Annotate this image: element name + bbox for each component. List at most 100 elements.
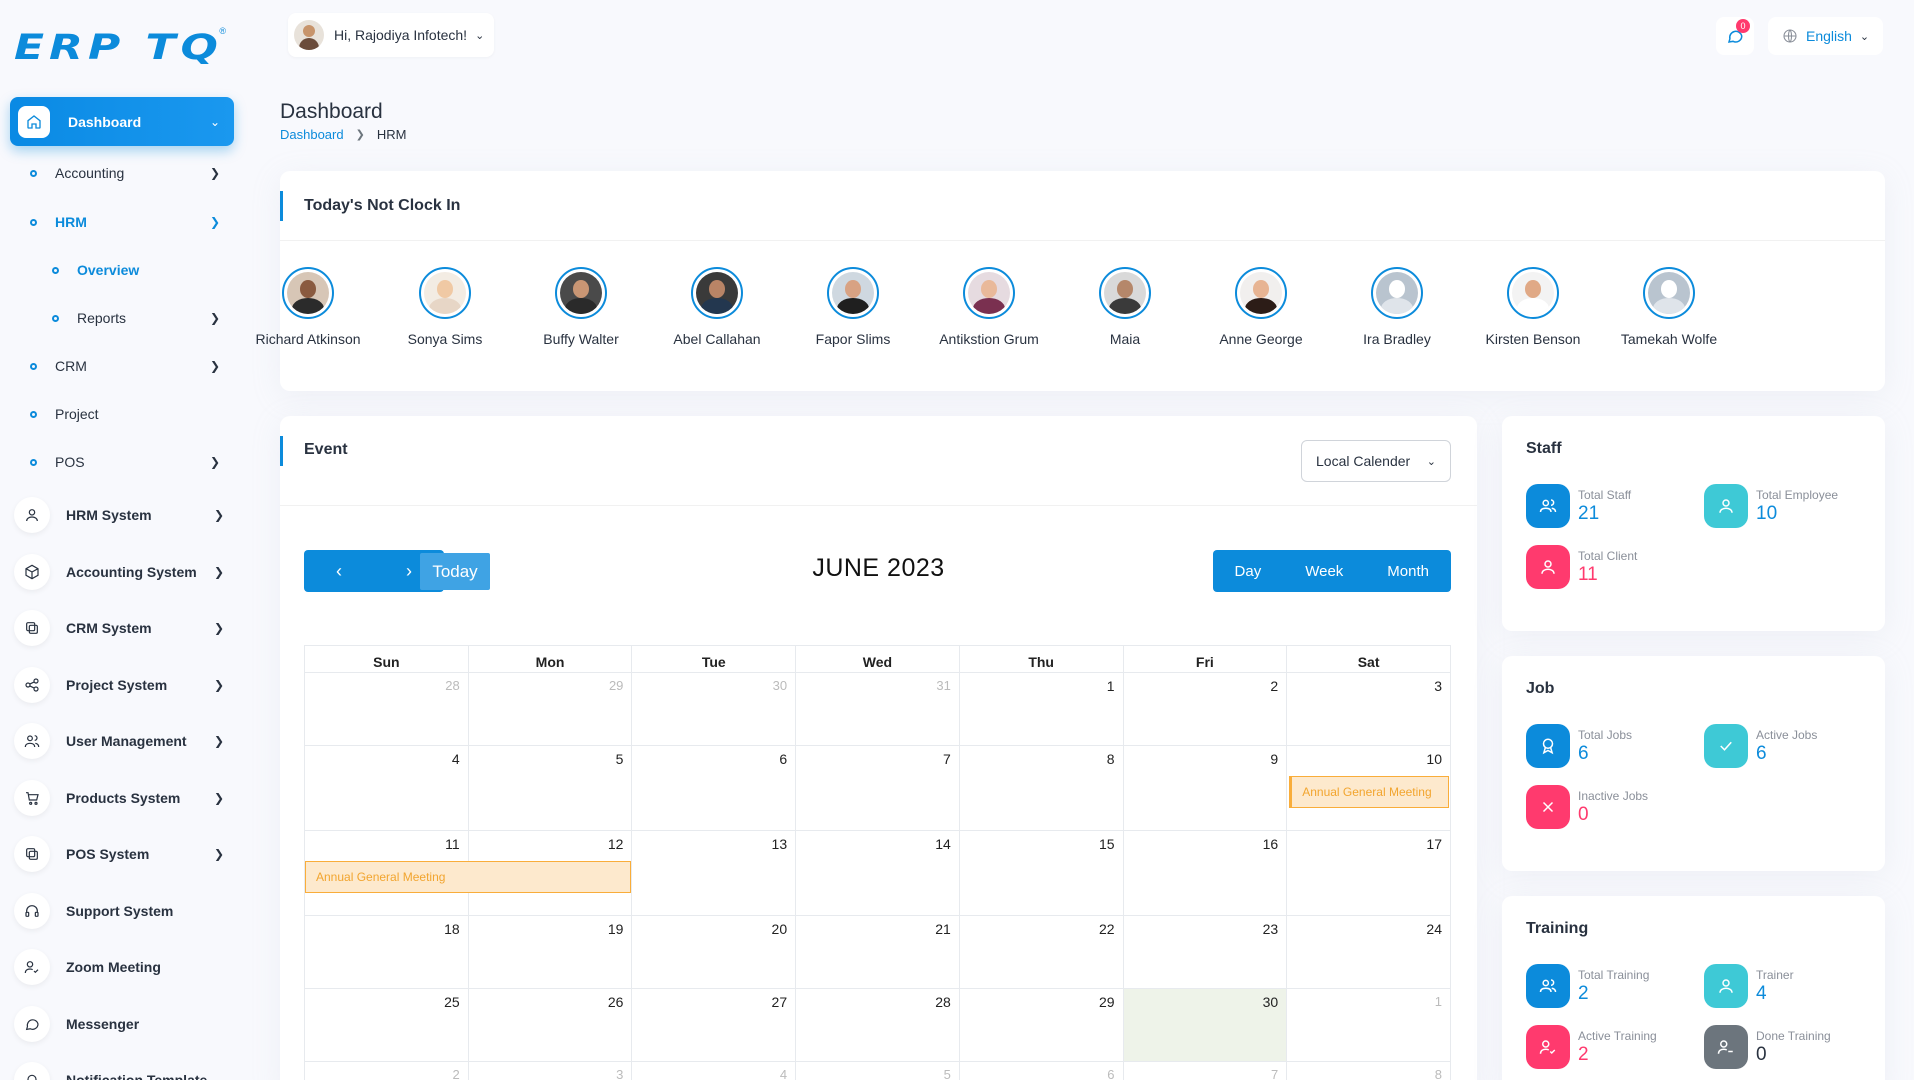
- calendar-day-cell[interactable]: 14: [795, 830, 960, 916]
- employee-item[interactable]: Tamekah Wolfe: [1601, 267, 1737, 349]
- employee-item[interactable]: Kirsten Benson: [1465, 267, 1601, 349]
- calendar-day-cell[interactable]: 31: [795, 672, 960, 746]
- sidebar-item-label: CRM System: [66, 620, 152, 636]
- calendar-day-cell[interactable]: 20: [631, 915, 797, 989]
- employee-item[interactable]: Richard Atkinson: [240, 267, 376, 349]
- calendar-select[interactable]: Local Calender ⌄: [1301, 440, 1451, 482]
- sidebar-item-overview[interactable]: Overview: [52, 262, 220, 278]
- bullet-icon: [30, 458, 37, 466]
- avatar: [294, 20, 324, 50]
- sidebar-item-messenger[interactable]: Messenger: [14, 1005, 224, 1042]
- calendar-day-cell[interactable]: 28: [304, 672, 469, 746]
- calendar-day-cell[interactable]: 5: [467, 745, 633, 831]
- sidebar: ERP TQ ® Dashboard ⌄ Accounting ❯ HRM ❯ …: [0, 0, 250, 1080]
- calendar-day-cell[interactable]: 30: [631, 672, 797, 746]
- sidebar-item-hrm[interactable]: HRM ❯: [30, 214, 220, 230]
- sidebar-item-accounting-system[interactable]: Accounting System ❯: [14, 553, 224, 590]
- employee-item[interactable]: Sonya Sims: [377, 267, 513, 349]
- employee-item[interactable]: Abel Callahan: [649, 267, 785, 349]
- calendar-event[interactable]: Annual General Meeting: [305, 861, 631, 893]
- sidebar-item-products-system[interactable]: Products System ❯: [14, 779, 224, 816]
- calendar-day-cell[interactable]: 3: [1286, 672, 1451, 746]
- calendar-day-cell[interactable]: 4: [304, 745, 469, 831]
- chevron-down-icon: ❯: [209, 215, 220, 229]
- sidebar-item-hrm-system[interactable]: HRM System ❯: [14, 497, 224, 533]
- calendar-day-cell[interactable]: 9: [1122, 745, 1288, 831]
- calendar-day-cell[interactable]: 15: [958, 830, 1124, 916]
- calendar-day-cell[interactable]: 30: [1122, 988, 1288, 1062]
- calendar-day-cell[interactable]: 1: [958, 672, 1124, 746]
- calendar-day-cell[interactable]: 23: [1122, 915, 1288, 989]
- breadcrumb-link-dashboard[interactable]: Dashboard: [280, 127, 344, 142]
- calendar-day-cell[interactable]: 8: [958, 745, 1124, 831]
- sidebar-item-support-system[interactable]: Support System: [14, 892, 224, 929]
- calendar-day-cell[interactable]: 27: [631, 988, 797, 1062]
- calendar-day-number: 1: [1434, 994, 1442, 1009]
- sidebar-item-accounting[interactable]: Accounting ❯: [30, 165, 220, 181]
- calendar-prev-button[interactable]: ‹: [304, 550, 374, 592]
- calendar-day-cell[interactable]: 5: [795, 1061, 960, 1080]
- employee-item[interactable]: Maia: [1057, 267, 1193, 349]
- logo[interactable]: ERP TQ ®: [14, 20, 234, 76]
- calendar-day-cell[interactable]: 29: [467, 672, 633, 746]
- calendar-day-cell[interactable]: 22: [958, 915, 1124, 989]
- employee-item[interactable]: Fapor Slims: [785, 267, 921, 349]
- calendar-day-cell[interactable]: 19: [467, 915, 633, 989]
- calendar-day-cell[interactable]: 4: [631, 1061, 797, 1080]
- employee-item[interactable]: Anne George: [1193, 267, 1329, 349]
- calendar-day-cell[interactable]: 7: [1122, 1061, 1288, 1080]
- sidebar-item-user-management[interactable]: User Management ❯: [14, 723, 224, 759]
- sidebar-item-pos-system[interactable]: POS System ❯: [14, 836, 224, 872]
- sidebar-item-reports[interactable]: Reports ❯: [52, 310, 220, 326]
- calendar-day-cell[interactable]: 10 Annual General Meeting: [1286, 745, 1451, 831]
- chevron-right-icon: ❯: [209, 166, 220, 180]
- calendar-event[interactable]: Annual General Meeting: [1289, 776, 1450, 808]
- user-menu[interactable]: Hi, Rajodiya Infotech! ⌄: [288, 13, 495, 57]
- sidebar-item-pos[interactable]: POS ❯: [30, 454, 220, 470]
- calendar-day-cell[interactable]: 18: [304, 915, 469, 989]
- employee-item[interactable]: Buffy Walter: [513, 267, 649, 349]
- chevron-right-icon: ❯: [209, 359, 220, 373]
- view-week-button[interactable]: Week: [1283, 550, 1366, 592]
- calendar-day-cell[interactable]: 3: [467, 1061, 633, 1080]
- calendar-day-cell[interactable]: 25: [304, 988, 469, 1062]
- calendar-day-cell[interactable]: 11 Annual General Meeting: [304, 830, 631, 916]
- calendar-today-button[interactable]: Today: [420, 553, 490, 590]
- sidebar-item-dashboard[interactable]: Dashboard ⌄: [10, 97, 234, 146]
- calendar-day-number: 3: [616, 1067, 624, 1080]
- language-dropdown[interactable]: English ⌄: [1768, 17, 1884, 55]
- calendar-day-number: 18: [444, 921, 460, 937]
- calendar-day-cell[interactable]: 26: [467, 988, 633, 1062]
- calendar-day-cell[interactable]: 16: [1122, 830, 1288, 916]
- calendar-day-cell[interactable]: 6: [958, 1061, 1124, 1080]
- calendar-day-cell[interactable]: 2: [1122, 672, 1288, 746]
- calendar-day-number: 23: [1262, 921, 1279, 937]
- employee-item[interactable]: Ira Bradley: [1329, 267, 1465, 349]
- view-day-button[interactable]: Day: [1212, 550, 1284, 592]
- notification-button[interactable]: 0: [1716, 17, 1754, 55]
- avatar: [963, 267, 1015, 319]
- employee-item[interactable]: Antikstion Grum: [921, 267, 1057, 349]
- calendar-day-number: 28: [935, 994, 951, 1010]
- calendar-day-cell[interactable]: 2: [304, 1061, 469, 1080]
- calendar-day-cell[interactable]: 8: [1286, 1061, 1451, 1080]
- sidebar-item-crm-system[interactable]: CRM System ❯: [14, 610, 224, 646]
- check-icon: [1704, 724, 1748, 768]
- sidebar-item-project-system[interactable]: Project System ❯: [14, 666, 224, 703]
- calendar-day-cell[interactable]: 7: [795, 745, 960, 831]
- sidebar-item-crm[interactable]: CRM ❯: [30, 358, 220, 374]
- calendar-day-cell[interactable]: 6: [631, 745, 797, 831]
- sidebar-item-zoom-meeting[interactable]: Zoom Meeting: [14, 949, 224, 985]
- calendar-day-cell[interactable]: 28: [795, 988, 960, 1062]
- weekday-header: Wed: [795, 645, 960, 673]
- calendar-day-cell[interactable]: 17: [1286, 830, 1451, 916]
- calendar-day-cell[interactable]: 21: [795, 915, 960, 989]
- calendar-day-cell[interactable]: 13: [631, 830, 797, 916]
- calendar-day-cell[interactable]: 24: [1286, 915, 1451, 989]
- sidebar-item-project[interactable]: Project: [30, 406, 220, 422]
- calendar-day-cell[interactable]: 1: [1286, 988, 1451, 1062]
- message-icon: [14, 1005, 50, 1042]
- calendar-day-cell[interactable]: 29: [958, 988, 1124, 1062]
- view-month-button[interactable]: Month: [1365, 550, 1451, 592]
- sidebar-item-notification-template[interactable]: Notification Template: [14, 1062, 224, 1080]
